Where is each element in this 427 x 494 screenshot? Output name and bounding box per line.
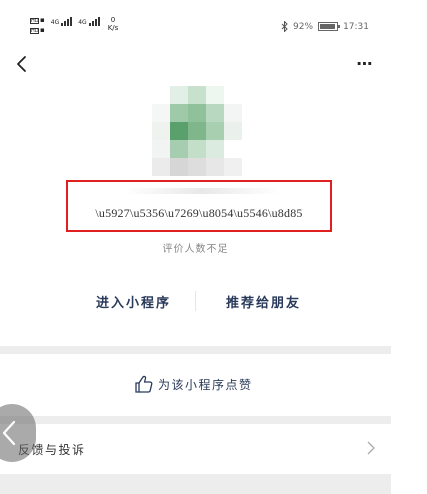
chevron-left-icon: [17, 56, 26, 72]
like-button[interactable]: 为该小程序点赞: [134, 374, 253, 394]
status-left: HD▪ HD▪ 4G 4G 0 K/s: [30, 16, 118, 34]
app-name: \u5927\u5356\u7269\u8054\u5546\u8d85: [95, 206, 303, 220]
like-label: 为该小程序点赞: [158, 377, 253, 392]
battery-percent: 92%: [293, 21, 314, 32]
battery-icon: [318, 22, 341, 31]
sim1-label: HD: [30, 18, 39, 24]
app-profile-card: \u5927\u5356\u7269\u8054\u5546\u8d85 评价人…: [0, 86, 391, 346]
clock: 17:31: [343, 21, 369, 32]
sim-indicators: HD▪ HD▪: [30, 16, 45, 34]
sim2-icon: ▪: [40, 26, 45, 34]
nav-bar: ⋯: [0, 44, 391, 86]
recommend-to-friend-button[interactable]: 推荐给朋友: [226, 292, 301, 311]
speed-unit: K/s: [107, 24, 119, 32]
like-section: 为该小程序点赞: [0, 354, 391, 416]
phone-screen: HD▪ HD▪ 4G 4G 0 K/s 92% 17:31 ⋯ \u5927\u…: [0, 0, 391, 494]
signal-bars-1-icon: [61, 16, 73, 26]
speed-value: 0: [110, 16, 116, 24]
rating-text: 评价人数不足: [162, 244, 229, 255]
feedback-row[interactable]: 反馈与投诉: [0, 424, 391, 474]
enter-miniprogram-button[interactable]: 进入小程序: [96, 292, 171, 311]
chevron-left-icon: [2, 420, 16, 446]
signal-1: 4G: [50, 16, 73, 26]
sim2-label: HD: [30, 28, 39, 34]
action-row: 进入小程序 推荐给朋友: [0, 286, 391, 316]
signal-bars-2-icon: [88, 16, 100, 26]
sim1-icon: ▪: [40, 16, 45, 24]
app-logo-icon: [152, 86, 242, 176]
more-button[interactable]: ⋯: [353, 54, 377, 74]
name-blur: [124, 188, 280, 194]
app-name-highlight: \u5927\u5356\u7269\u8054\u5546\u8d85: [66, 180, 332, 232]
back-button[interactable]: [12, 52, 34, 76]
net-4g-2: 4G: [78, 19, 87, 26]
status-bar: HD▪ HD▪ 4G 4G 0 K/s 92% 17:31: [0, 0, 391, 44]
net-4g-1: 4G: [50, 19, 60, 26]
bluetooth-icon: [281, 21, 288, 32]
chevron-right-icon: [367, 441, 375, 455]
thumbs-up-icon: [135, 375, 153, 393]
status-right: 92% 17:31: [281, 21, 369, 32]
action-divider: [195, 291, 196, 311]
network-speed: 0 K/s: [108, 16, 119, 32]
signal-2: 4G: [78, 16, 100, 26]
right-margin: [391, 0, 427, 494]
